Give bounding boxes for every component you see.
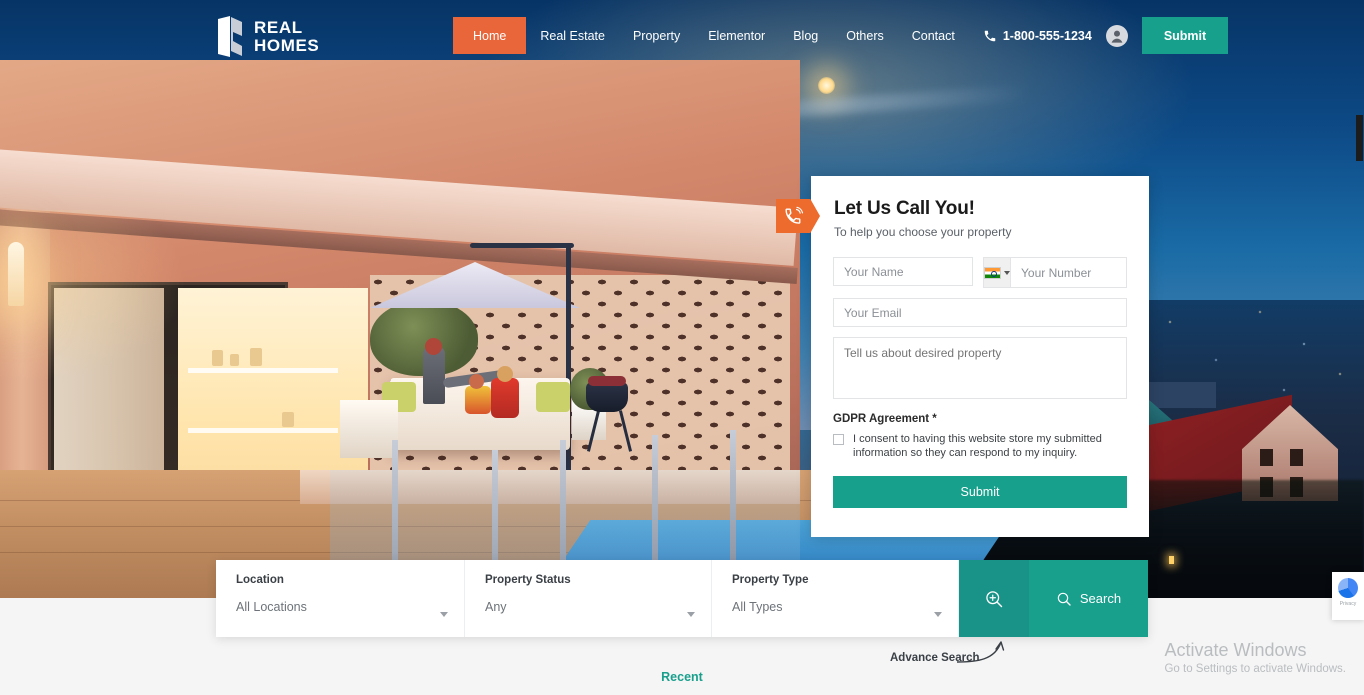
- search-field-location[interactable]: Location All Locations: [216, 560, 465, 637]
- country-flag-select[interactable]: [984, 258, 1011, 287]
- side-table: [340, 400, 398, 458]
- jar: [282, 412, 294, 427]
- nav-item-elementor[interactable]: Elementor: [694, 17, 779, 54]
- property-search-bar: Location All Locations Property Status A…: [216, 560, 1148, 637]
- email-row: [833, 298, 1127, 327]
- header-phone[interactable]: 1-800-555-1234: [983, 29, 1092, 43]
- header-phone-number: 1-800-555-1234: [1002, 28, 1092, 43]
- site-logo[interactable]: REAL HOMES: [216, 16, 319, 57]
- nav-item-others[interactable]: Others: [832, 17, 898, 54]
- hero-banner: [0, 0, 1364, 598]
- callback-form: GDPR Agreement * I consent to having thi…: [811, 239, 1149, 508]
- chevron-down-icon: [687, 612, 695, 617]
- nav-item-home[interactable]: Home: [453, 17, 527, 54]
- watermark-title: Activate Windows: [1164, 640, 1307, 660]
- street-lamp: [1169, 556, 1174, 564]
- callback-submit-button[interactable]: Submit: [833, 476, 1127, 508]
- chevron-down-icon: [440, 612, 448, 617]
- property-status-label: Property Status: [485, 574, 571, 586]
- gdpr-consent-text: I consent to having this website store m…: [853, 433, 1102, 459]
- wall-light-glow: [0, 210, 200, 390]
- moon: [818, 77, 835, 94]
- page-scrollbar[interactable]: [1354, 0, 1364, 695]
- scrollbar-thumb[interactable]: [1356, 115, 1363, 161]
- property-type-value: All Types: [732, 600, 783, 614]
- gdpr-checkbox[interactable]: [833, 434, 844, 445]
- advance-search-button[interactable]: [959, 560, 1029, 637]
- cushion: [536, 382, 570, 412]
- gdpr-consent-row: I consent to having this website store m…: [833, 432, 1127, 460]
- chevron-down-icon: [934, 612, 942, 617]
- jar: [230, 354, 239, 366]
- family-on-sofa: [415, 338, 535, 418]
- logo-text-line2: HOMES: [254, 35, 320, 55]
- search-icon: [1057, 592, 1071, 606]
- umbrella-arm: [470, 243, 574, 248]
- location-value: All Locations: [236, 600, 307, 614]
- recent-tab-label[interactable]: Recent: [0, 670, 1364, 684]
- wall-sconce: [8, 242, 24, 306]
- email-input[interactable]: [833, 298, 1127, 327]
- rail-post: [730, 430, 736, 570]
- chevron-down-icon: [1004, 270, 1010, 275]
- india-flag-icon: [984, 266, 1001, 279]
- shelf: [188, 428, 338, 433]
- main-navigation: Home Real Estate Property Elementor Blog…: [453, 17, 1229, 54]
- nav-item-real-estate[interactable]: Real Estate: [526, 17, 619, 54]
- house-monogram-icon: [218, 16, 242, 57]
- search-button[interactable]: Search: [1029, 560, 1148, 637]
- name-input[interactable]: [833, 257, 973, 286]
- jar: [212, 350, 223, 366]
- phone-ring-icon: [785, 206, 804, 224]
- magnifier-plus-icon: [986, 590, 1003, 607]
- name-phone-row: [833, 257, 1127, 288]
- callback-title: Let Us Call You!: [834, 198, 975, 219]
- advance-search-arrow-icon: [956, 641, 1005, 663]
- jar: [250, 348, 262, 366]
- callback-form-card: Let Us Call You! To help you choose your…: [811, 176, 1149, 537]
- window: [1260, 449, 1273, 466]
- shelf: [188, 368, 338, 373]
- gdpr-label: GDPR Agreement *: [833, 413, 937, 425]
- site-header: REAL HOMES Home Real Estate Property Ele…: [0, 0, 1364, 71]
- phone-icon: [984, 30, 996, 41]
- callback-subtitle: To help you choose your property: [834, 225, 1012, 239]
- nav-item-blog[interactable]: Blog: [779, 17, 832, 54]
- search-field-property-type[interactable]: Property Type All Types: [712, 560, 959, 637]
- search-field-property-status[interactable]: Property Status Any: [465, 560, 712, 637]
- logo-text-line1: REAL: [254, 17, 303, 37]
- header-submit-button[interactable]: Submit: [1141, 17, 1229, 54]
- location-label: Location: [236, 574, 284, 586]
- nav-item-contact[interactable]: Contact: [898, 17, 969, 54]
- number-input[interactable]: [1011, 258, 1126, 287]
- phone-input-group: [983, 257, 1127, 288]
- account-button[interactable]: [1105, 24, 1128, 47]
- message-textarea[interactable]: [833, 337, 1127, 399]
- grill-lid: [588, 376, 626, 386]
- property-status-value: Any: [485, 600, 507, 614]
- window: [1290, 449, 1303, 466]
- page-root: REAL HOMES Home Real Estate Property Ele…: [0, 0, 1364, 695]
- search-button-label: Search: [1079, 591, 1122, 606]
- user-account-icon: [1107, 26, 1126, 45]
- property-type-label: Property Type: [732, 574, 809, 586]
- bbq-grill: [586, 382, 628, 412]
- nav-item-property[interactable]: Property: [619, 17, 694, 54]
